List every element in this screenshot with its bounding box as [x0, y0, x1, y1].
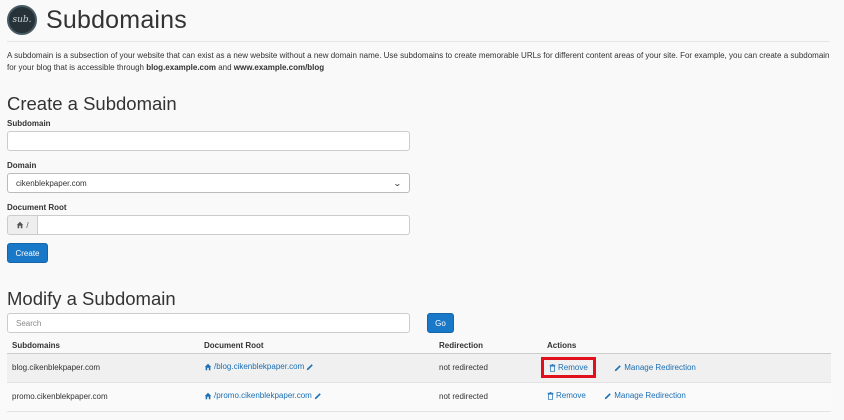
- trash-icon: [549, 363, 556, 372]
- manage-redirection-link[interactable]: Manage Redirection: [604, 391, 686, 400]
- subdomain-cell: promo.cikenblekpaper.com: [7, 382, 199, 412]
- subdomain-input[interactable]: [7, 131, 410, 151]
- create-button[interactable]: Create: [7, 243, 48, 263]
- remove-button[interactable]: Remove: [541, 357, 596, 378]
- page-header: sub. Subdomains: [7, 5, 187, 35]
- remove-button[interactable]: Remove: [547, 391, 586, 400]
- search-input[interactable]: Search: [7, 313, 410, 333]
- document-root-link[interactable]: /blog.cikenblekpaper.com: [214, 362, 304, 371]
- manage-redirection-label: Manage Redirection: [624, 363, 696, 372]
- modify-section-title: Modify a Subdomain: [7, 288, 176, 309]
- document-root-prefix: /: [7, 215, 37, 235]
- go-button[interactable]: Go: [427, 313, 454, 333]
- remove-label: Remove: [558, 363, 588, 372]
- document-root-field[interactable]: /: [7, 215, 410, 235]
- trash-icon: [547, 391, 554, 400]
- chevron-down-icon: ⌄: [393, 178, 403, 188]
- pencil-icon: [615, 364, 622, 371]
- table-row: promo.cikenblekpaper.com /promo.cikenble…: [7, 382, 831, 412]
- home-icon: [204, 392, 212, 399]
- subdomains-logo-icon: sub.: [7, 5, 37, 35]
- subdomains-table: Subdomains Document Root Redirection Act…: [7, 338, 831, 412]
- example-blog-subdomain: blog.example.com: [146, 62, 216, 72]
- title-divider: [7, 41, 830, 42]
- table-row: blog.cikenblekpaper.com /blog.cikenblekp…: [7, 353, 831, 383]
- actions-cell: Remove Manage Redirection: [541, 353, 831, 383]
- domain-label: Domain: [7, 161, 37, 170]
- column-header-actions: Actions: [542, 338, 831, 354]
- document-root-label: Document Root: [7, 203, 67, 212]
- document-root-link[interactable]: /promo.cikenblekpaper.com: [214, 391, 312, 400]
- pencil-icon: [605, 392, 612, 399]
- table-header-row: Subdomains Document Root Redirection Act…: [7, 338, 831, 354]
- redirection-cell: not redirected: [434, 353, 542, 383]
- manage-redirection-label: Manage Redirection: [614, 391, 686, 401]
- document-root-input[interactable]: [37, 215, 410, 235]
- pencil-icon[interactable]: [306, 363, 314, 371]
- intro-text: A subdomain is a subsection of your webs…: [7, 51, 830, 72]
- domain-selected-value: cikenblekpaper.com: [16, 178, 87, 188]
- actions-cell: Remove Manage Redirection: [542, 382, 831, 412]
- subdomain-label: Subdomain: [7, 119, 51, 128]
- redirection-cell: not redirected: [434, 382, 542, 412]
- column-header-document-root[interactable]: Document Root: [199, 338, 434, 354]
- home-icon: [204, 363, 212, 370]
- create-section-title: Create a Subdomain: [7, 93, 177, 114]
- domain-select[interactable]: cikenblekpaper.com ⌄: [7, 173, 410, 193]
- remove-label: Remove: [556, 391, 586, 401]
- home-icon: [17, 221, 24, 229]
- column-header-subdomains[interactable]: Subdomains: [7, 338, 199, 354]
- example-blog-path: www.example.com/blog: [233, 62, 325, 72]
- document-root-cell: /promo.cikenblekpaper.com: [199, 382, 434, 412]
- page-title: Subdomains: [46, 5, 187, 34]
- document-root-cell: /blog.cikenblekpaper.com: [199, 353, 434, 383]
- column-header-redirection[interactable]: Redirection: [434, 338, 542, 354]
- pencil-icon[interactable]: [314, 392, 322, 400]
- subdomain-cell: blog.cikenblekpaper.com: [7, 353, 199, 383]
- manage-redirection-link[interactable]: Manage Redirection: [614, 363, 696, 372]
